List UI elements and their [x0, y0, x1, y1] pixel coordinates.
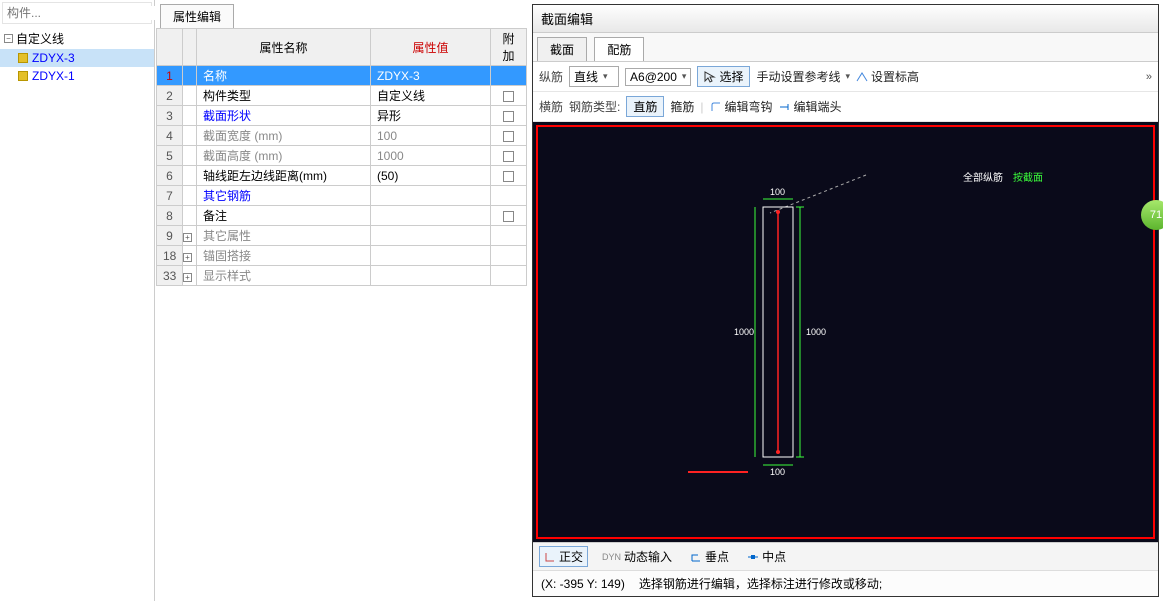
dim-height-right: 1000: [806, 327, 826, 337]
property-row[interactable]: 5截面高度 (mm)1000: [157, 146, 527, 166]
label-horizontal: 横筋: [539, 98, 563, 115]
property-row[interactable]: 4截面宽度 (mm)100: [157, 126, 527, 146]
notification-badge[interactable]: 71: [1141, 200, 1163, 230]
edit-end-button[interactable]: 编辑端头: [779, 98, 842, 115]
collapse-icon[interactable]: −: [4, 34, 13, 43]
label-rebar-type: 钢筋类型:: [569, 98, 620, 115]
expand-icon[interactable]: +: [183, 253, 192, 262]
tab-rebar[interactable]: 配筋: [594, 37, 644, 61]
tree-root-label: 自定义线: [16, 30, 64, 47]
tree-item-label: ZDYX-3: [32, 51, 75, 65]
dynamic-input-toggle[interactable]: DYN 动态输入: [598, 547, 676, 566]
node-icon: [18, 53, 28, 63]
panel-title: 截面编辑: [533, 5, 1158, 33]
rebar-spec-select[interactable]: A6@200: [625, 68, 691, 86]
select-button[interactable]: 选择: [697, 66, 750, 87]
property-row[interactable]: 3截面形状异形: [157, 106, 527, 126]
property-row[interactable]: 7其它钢筋: [157, 186, 527, 206]
section-editor: 截面编辑 截面 配筋 纵筋 直线 A6@200 选择 手动设置参考线 设置标高 …: [532, 4, 1159, 597]
checkbox[interactable]: [503, 131, 514, 142]
search-input[interactable]: [7, 6, 162, 20]
col-extra: 附加: [491, 29, 527, 66]
ortho-toggle[interactable]: 正交: [539, 546, 588, 567]
tree-item-zdyx3[interactable]: ZDYX-3: [0, 49, 154, 67]
ortho-icon: [544, 551, 556, 563]
mid-snap-toggle[interactable]: 中点: [743, 547, 790, 566]
checkbox[interactable]: [503, 91, 514, 102]
tree-item-zdyx1[interactable]: ZDYX-1: [0, 67, 154, 85]
section-canvas[interactable]: 全部纵筋 按截面: [536, 125, 1155, 539]
straight-rebar-button[interactable]: 直筋: [626, 96, 664, 117]
property-row[interactable]: 9+其它属性: [157, 226, 527, 246]
property-table: 属性名称 属性值 附加 1名称ZDYX-32构件类型自定义线3截面形状异形4截面…: [156, 28, 527, 286]
tab-section[interactable]: 截面: [537, 37, 587, 61]
perp-icon: [690, 551, 702, 563]
checkbox[interactable]: [503, 111, 514, 122]
dim-width-top: 100: [770, 187, 785, 197]
tab-property-edit[interactable]: 属性编辑: [160, 4, 234, 28]
checkbox[interactable]: [503, 151, 514, 162]
hook-icon: [710, 101, 722, 113]
label-vertical: 纵筋: [539, 68, 563, 85]
col-name: 属性名称: [197, 29, 371, 66]
expand-icon[interactable]: +: [183, 273, 192, 282]
end-icon: [779, 101, 791, 113]
toolbar-vertical-rebar: 纵筋 直线 A6@200 选择 手动设置参考线 设置标高 »: [533, 62, 1158, 92]
property-row[interactable]: 8备注: [157, 206, 527, 226]
tree-root[interactable]: − 自定义线: [0, 28, 154, 49]
property-row[interactable]: 2构件类型自定义线: [157, 86, 527, 106]
draw-mode-select[interactable]: 直线: [569, 66, 619, 87]
status-bar: 正交 DYN 动态输入 垂点 中点: [533, 542, 1158, 570]
hint-text: 选择钢筋进行编辑，选择标注进行修改或移动;: [639, 575, 882, 592]
perp-snap-toggle[interactable]: 垂点: [686, 547, 733, 566]
dim-height-left: 1000: [734, 327, 754, 337]
midpoint-icon: [747, 551, 759, 563]
checkbox[interactable]: [503, 171, 514, 182]
node-icon: [18, 71, 28, 81]
dim-width-bottom: 100: [770, 467, 785, 477]
coord-readout: (X: -395 Y: 149): [541, 577, 625, 591]
set-elevation-button[interactable]: 设置标高: [856, 68, 919, 85]
elevation-icon: [856, 71, 868, 83]
property-row[interactable]: 33+显示样式: [157, 266, 527, 286]
expand-icon[interactable]: +: [183, 233, 192, 242]
manual-refline-button[interactable]: 手动设置参考线: [756, 68, 850, 85]
cursor-icon: [704, 71, 716, 83]
checkbox[interactable]: [503, 211, 514, 222]
col-value: 属性值: [371, 29, 491, 66]
property-row[interactable]: 1名称ZDYX-3: [157, 66, 527, 86]
stirrup-button[interactable]: 箍筋: [670, 98, 694, 115]
expand-icon[interactable]: »: [1146, 71, 1152, 83]
toolbar-horizontal-rebar: 横筋 钢筋类型: 直筋 箍筋 | 编辑弯钩 编辑端头: [533, 92, 1158, 122]
tree-item-label: ZDYX-1: [32, 69, 75, 83]
property-row[interactable]: 18+锚固搭接: [157, 246, 527, 266]
property-row[interactable]: 6轴线距左边线距离(mm)(50): [157, 166, 527, 186]
edit-hook-button[interactable]: 编辑弯钩: [710, 98, 773, 115]
search-bar[interactable]: 🔍: [2, 2, 152, 24]
